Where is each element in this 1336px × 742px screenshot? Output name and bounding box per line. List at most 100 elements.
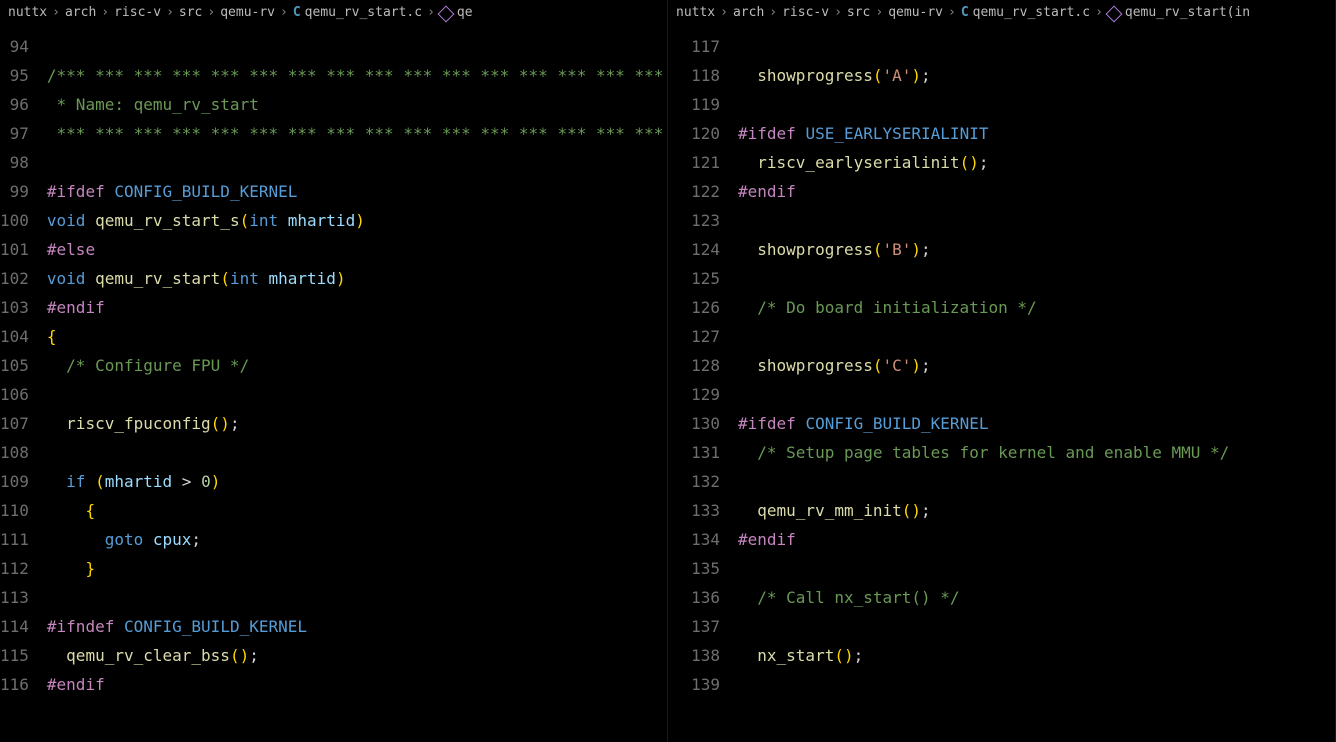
code-line[interactable] (47, 380, 667, 409)
code-line[interactable]: #endif (738, 525, 1335, 554)
code-line[interactable]: { (47, 496, 667, 525)
line-number: 104 (0, 322, 29, 351)
code-line[interactable] (47, 32, 667, 61)
line-number: 108 (0, 438, 29, 467)
line-number: 99 (0, 177, 29, 206)
line-number: 138 (668, 641, 720, 670)
crumb[interactable]: risc-v (782, 1, 829, 24)
code-line[interactable]: qemu_rv_clear_bss(); (47, 641, 667, 670)
code-area[interactable]: showprogress('A'); #ifdef USE_EARLYSERIAL… (738, 26, 1335, 742)
editor-pane-left: nuttx› arch› risc-v› src› qemu-rv› C qem… (0, 0, 668, 742)
crumb-symbol[interactable]: qe (457, 1, 473, 24)
code-line[interactable] (738, 322, 1335, 351)
chevron-right-icon: › (1095, 1, 1103, 24)
line-number: 126 (668, 293, 720, 322)
line-number: 117 (668, 32, 720, 61)
line-number: 106 (0, 380, 29, 409)
line-number: 103 (0, 293, 29, 322)
code-line[interactable]: nx_start(); (738, 641, 1335, 670)
code-line[interactable]: { (47, 322, 667, 351)
code-line[interactable]: * Name: qemu_rv_start (47, 90, 667, 119)
breadcrumb-right[interactable]: nuttx› arch› risc-v› src› qemu-rv› C qem… (668, 0, 1335, 26)
crumb[interactable]: arch (733, 1, 764, 24)
line-number: 116 (0, 670, 29, 699)
line-number: 125 (668, 264, 720, 293)
crumb[interactable]: qemu-rv (220, 1, 275, 24)
code-area[interactable]: /*** *** *** *** *** *** *** *** *** ***… (47, 26, 667, 742)
code-line[interactable]: qemu_rv_mm_init(); (738, 496, 1335, 525)
code-editor-right[interactable]: 1171181191201211221231241251261271281291… (668, 26, 1335, 742)
line-number: 112 (0, 554, 29, 583)
code-line[interactable]: showprogress('B'); (738, 235, 1335, 264)
chevron-right-icon: › (720, 1, 728, 24)
line-number: 95 (0, 61, 29, 90)
line-number: 109 (0, 467, 29, 496)
code-line[interactable]: riscv_fpuconfig(); (47, 409, 667, 438)
code-line[interactable]: #endif (47, 293, 667, 322)
code-line[interactable] (738, 467, 1335, 496)
line-number: 97 (0, 119, 29, 148)
code-line[interactable]: #ifdef USE_EARLYSERIALINIT (738, 119, 1335, 148)
crumb-symbol[interactable]: qemu_rv_start(in (1125, 1, 1250, 24)
crumb[interactable]: qemu-rv (888, 1, 943, 24)
code-line[interactable] (738, 380, 1335, 409)
crumb-file[interactable]: qemu_rv_start.c (305, 1, 422, 24)
line-number: 132 (668, 467, 720, 496)
code-line[interactable]: showprogress('C'); (738, 351, 1335, 380)
code-line[interactable]: showprogress('A'); (738, 61, 1335, 90)
code-line[interactable]: #ifdef CONFIG_BUILD_KERNEL (738, 409, 1335, 438)
code-line[interactable] (738, 90, 1335, 119)
c-file-icon: C (293, 1, 301, 24)
crumb[interactable]: arch (65, 1, 96, 24)
line-number: 127 (668, 322, 720, 351)
code-line[interactable]: /* Configure FPU */ (47, 351, 667, 380)
line-number: 101 (0, 235, 29, 264)
code-line[interactable] (47, 148, 667, 177)
code-line[interactable]: riscv_earlyserialinit(); (738, 148, 1335, 177)
code-line[interactable] (738, 32, 1335, 61)
chevron-right-icon: › (280, 1, 288, 24)
line-number: 120 (668, 119, 720, 148)
symbol-icon (437, 6, 454, 23)
breadcrumb-left[interactable]: nuttx› arch› risc-v› src› qemu-rv› C qem… (0, 0, 667, 26)
chevron-right-icon: › (834, 1, 842, 24)
code-line[interactable]: #ifdef CONFIG_BUILD_KERNEL (47, 177, 667, 206)
code-line[interactable]: #endif (47, 670, 667, 699)
code-line[interactable] (47, 583, 667, 612)
code-line[interactable]: void qemu_rv_start(int mhartid) (47, 264, 667, 293)
code-line[interactable]: #else (47, 235, 667, 264)
code-line[interactable] (738, 206, 1335, 235)
code-line[interactable]: #ifndef CONFIG_BUILD_KERNEL (47, 612, 667, 641)
code-line[interactable]: } (47, 554, 667, 583)
chevron-right-icon: › (207, 1, 215, 24)
editor-pane-right: nuttx› arch› risc-v› src› qemu-rv› C qem… (668, 0, 1336, 742)
code-editor-left[interactable]: 9495969798991001011021031041051061071081… (0, 26, 667, 742)
crumb-file[interactable]: qemu_rv_start.c (973, 1, 1090, 24)
crumb[interactable]: src (179, 1, 202, 24)
c-file-icon: C (961, 1, 969, 24)
code-line[interactable] (738, 554, 1335, 583)
line-number: 137 (668, 612, 720, 641)
code-line[interactable]: /*** *** *** *** *** *** *** *** *** ***… (47, 61, 667, 90)
crumb[interactable]: nuttx (676, 1, 715, 24)
code-line[interactable]: /* Setup page tables for kernel and enab… (738, 438, 1335, 467)
crumb[interactable]: src (847, 1, 870, 24)
crumb[interactable]: nuttx (8, 1, 47, 24)
code-line[interactable]: if (mhartid > 0) (47, 467, 667, 496)
code-line[interactable]: void qemu_rv_start_s(int mhartid) (47, 206, 667, 235)
code-line[interactable] (738, 670, 1335, 699)
code-line[interactable]: /* Call nx_start() */ (738, 583, 1335, 612)
code-line[interactable]: goto cpux; (47, 525, 667, 554)
code-line[interactable] (738, 612, 1335, 641)
chevron-right-icon: › (427, 1, 435, 24)
line-number: 110 (0, 496, 29, 525)
code-line[interactable] (47, 438, 667, 467)
code-line[interactable]: #endif (738, 177, 1335, 206)
chevron-right-icon: › (948, 1, 956, 24)
code-line[interactable]: *** *** *** *** *** *** *** *** *** *** … (47, 119, 667, 148)
code-line[interactable]: /* Do board initialization */ (738, 293, 1335, 322)
line-number: 113 (0, 583, 29, 612)
line-number: 128 (668, 351, 720, 380)
crumb[interactable]: risc-v (114, 1, 161, 24)
code-line[interactable] (738, 264, 1335, 293)
